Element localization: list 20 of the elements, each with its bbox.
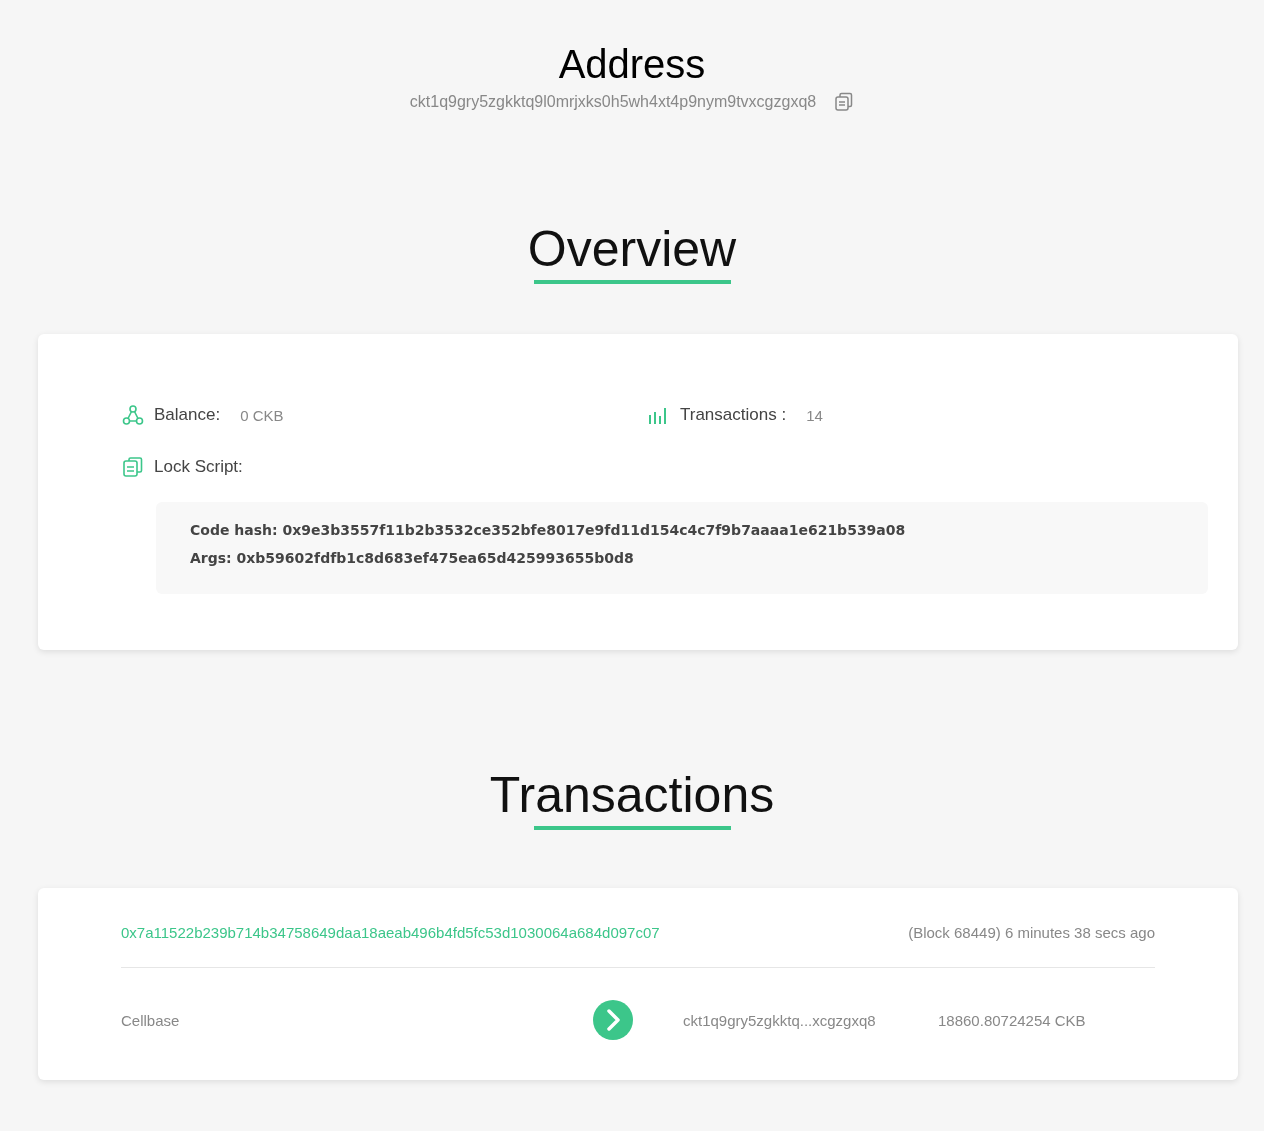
address-hash: ckt1q9gry5zgkktq9l0mrjxks0h5wh4xt4p9nym9tvxcgzgxq8 <box>409 93 817 111</box>
section-heading: Overview <box>527 220 737 278</box>
nodes-icon <box>122 404 144 426</box>
copy-icon <box>122 456 144 478</box>
balance-value: 0 CKB <box>240 406 284 424</box>
section-heading: Transactions <box>489 766 775 824</box>
transactions-count: 14 <box>806 406 823 424</box>
transaction-hash-link[interactable]: 0x7a11522b239b714b34758649daa18aeab496b4fd5fc53d1030064a684d097c07 <box>121 924 660 941</box>
output-amount: 18860.80724254 CKB <box>938 1011 1086 1029</box>
script-line: Args: 0xb59602fdfb1c8d683ef475ea65d425993655b0d8 <box>190 550 635 566</box>
lock-script-label: Lock Script: <box>154 457 243 477</box>
script-line: Code hash: 0x9e3b3557f11b2b3532ce352bfe8017e9fd11d154c4c7f9b7aaaa1e621b539a08 <box>190 522 907 538</box>
output-address: ckt1q9gry5zgkktq...xcgzgxq8 <box>683 1011 877 1029</box>
arrow-right-icon <box>593 1000 633 1040</box>
block-info: (Block 68449) 6 minutes 38 secs ago <box>908 924 1155 941</box>
page-title: Address <box>558 41 706 88</box>
input-label: Cellbase <box>121 1011 181 1029</box>
balance-label: Balance: <box>154 405 221 425</box>
copy-icon[interactable] <box>834 92 855 112</box>
transactions-label: Transactions : <box>680 405 787 425</box>
